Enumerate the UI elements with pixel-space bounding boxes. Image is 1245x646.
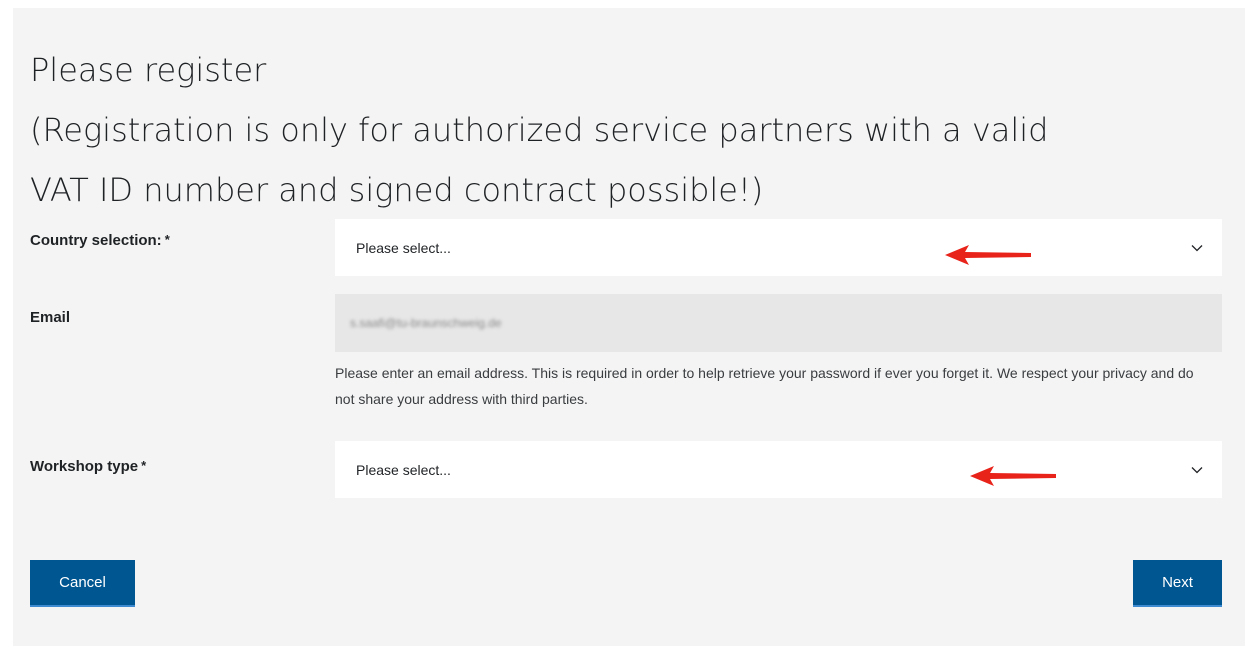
required-mark: * xyxy=(164,232,170,247)
country-label: Country selection: * xyxy=(30,232,170,249)
email-label: Email xyxy=(30,309,71,326)
workshop-label-text: Workshop type xyxy=(30,458,139,475)
title-line-3: VAT ID number and signed contract possib… xyxy=(30,171,764,209)
country-select-value: Please select... xyxy=(356,239,451,256)
red-arrow-annotation-icon xyxy=(945,245,1031,265)
country-select[interactable]: Please select... xyxy=(335,219,1222,276)
cancel-button[interactable]: Cancel xyxy=(30,560,135,607)
email-help-text: Please enter an email address. This is r… xyxy=(335,365,1194,407)
title-line-1: Please register xyxy=(30,51,267,89)
registration-panel: Please register (Registration is only fo… xyxy=(13,8,1245,646)
workshop-select-value: Please select... xyxy=(356,461,451,478)
chevron-down-icon xyxy=(1191,466,1203,473)
workshop-type-select[interactable]: Please select... xyxy=(335,441,1222,498)
email-field-value: s.saafi@tu-braunschweig.de xyxy=(350,316,502,330)
workshop-label: Workshop type * xyxy=(30,458,146,475)
page-title: Please register (Registration is only fo… xyxy=(30,40,1230,220)
red-arrow-annotation-icon xyxy=(970,466,1056,486)
required-mark: * xyxy=(141,458,147,473)
chevron-down-icon xyxy=(1191,244,1203,251)
country-label-text: Country selection: xyxy=(30,232,162,249)
next-button[interactable]: Next xyxy=(1133,560,1222,607)
title-line-2: (Registration is only for authorized ser… xyxy=(30,111,1049,149)
email-field[interactable]: s.saafi@tu-braunschweig.de xyxy=(335,294,1222,352)
